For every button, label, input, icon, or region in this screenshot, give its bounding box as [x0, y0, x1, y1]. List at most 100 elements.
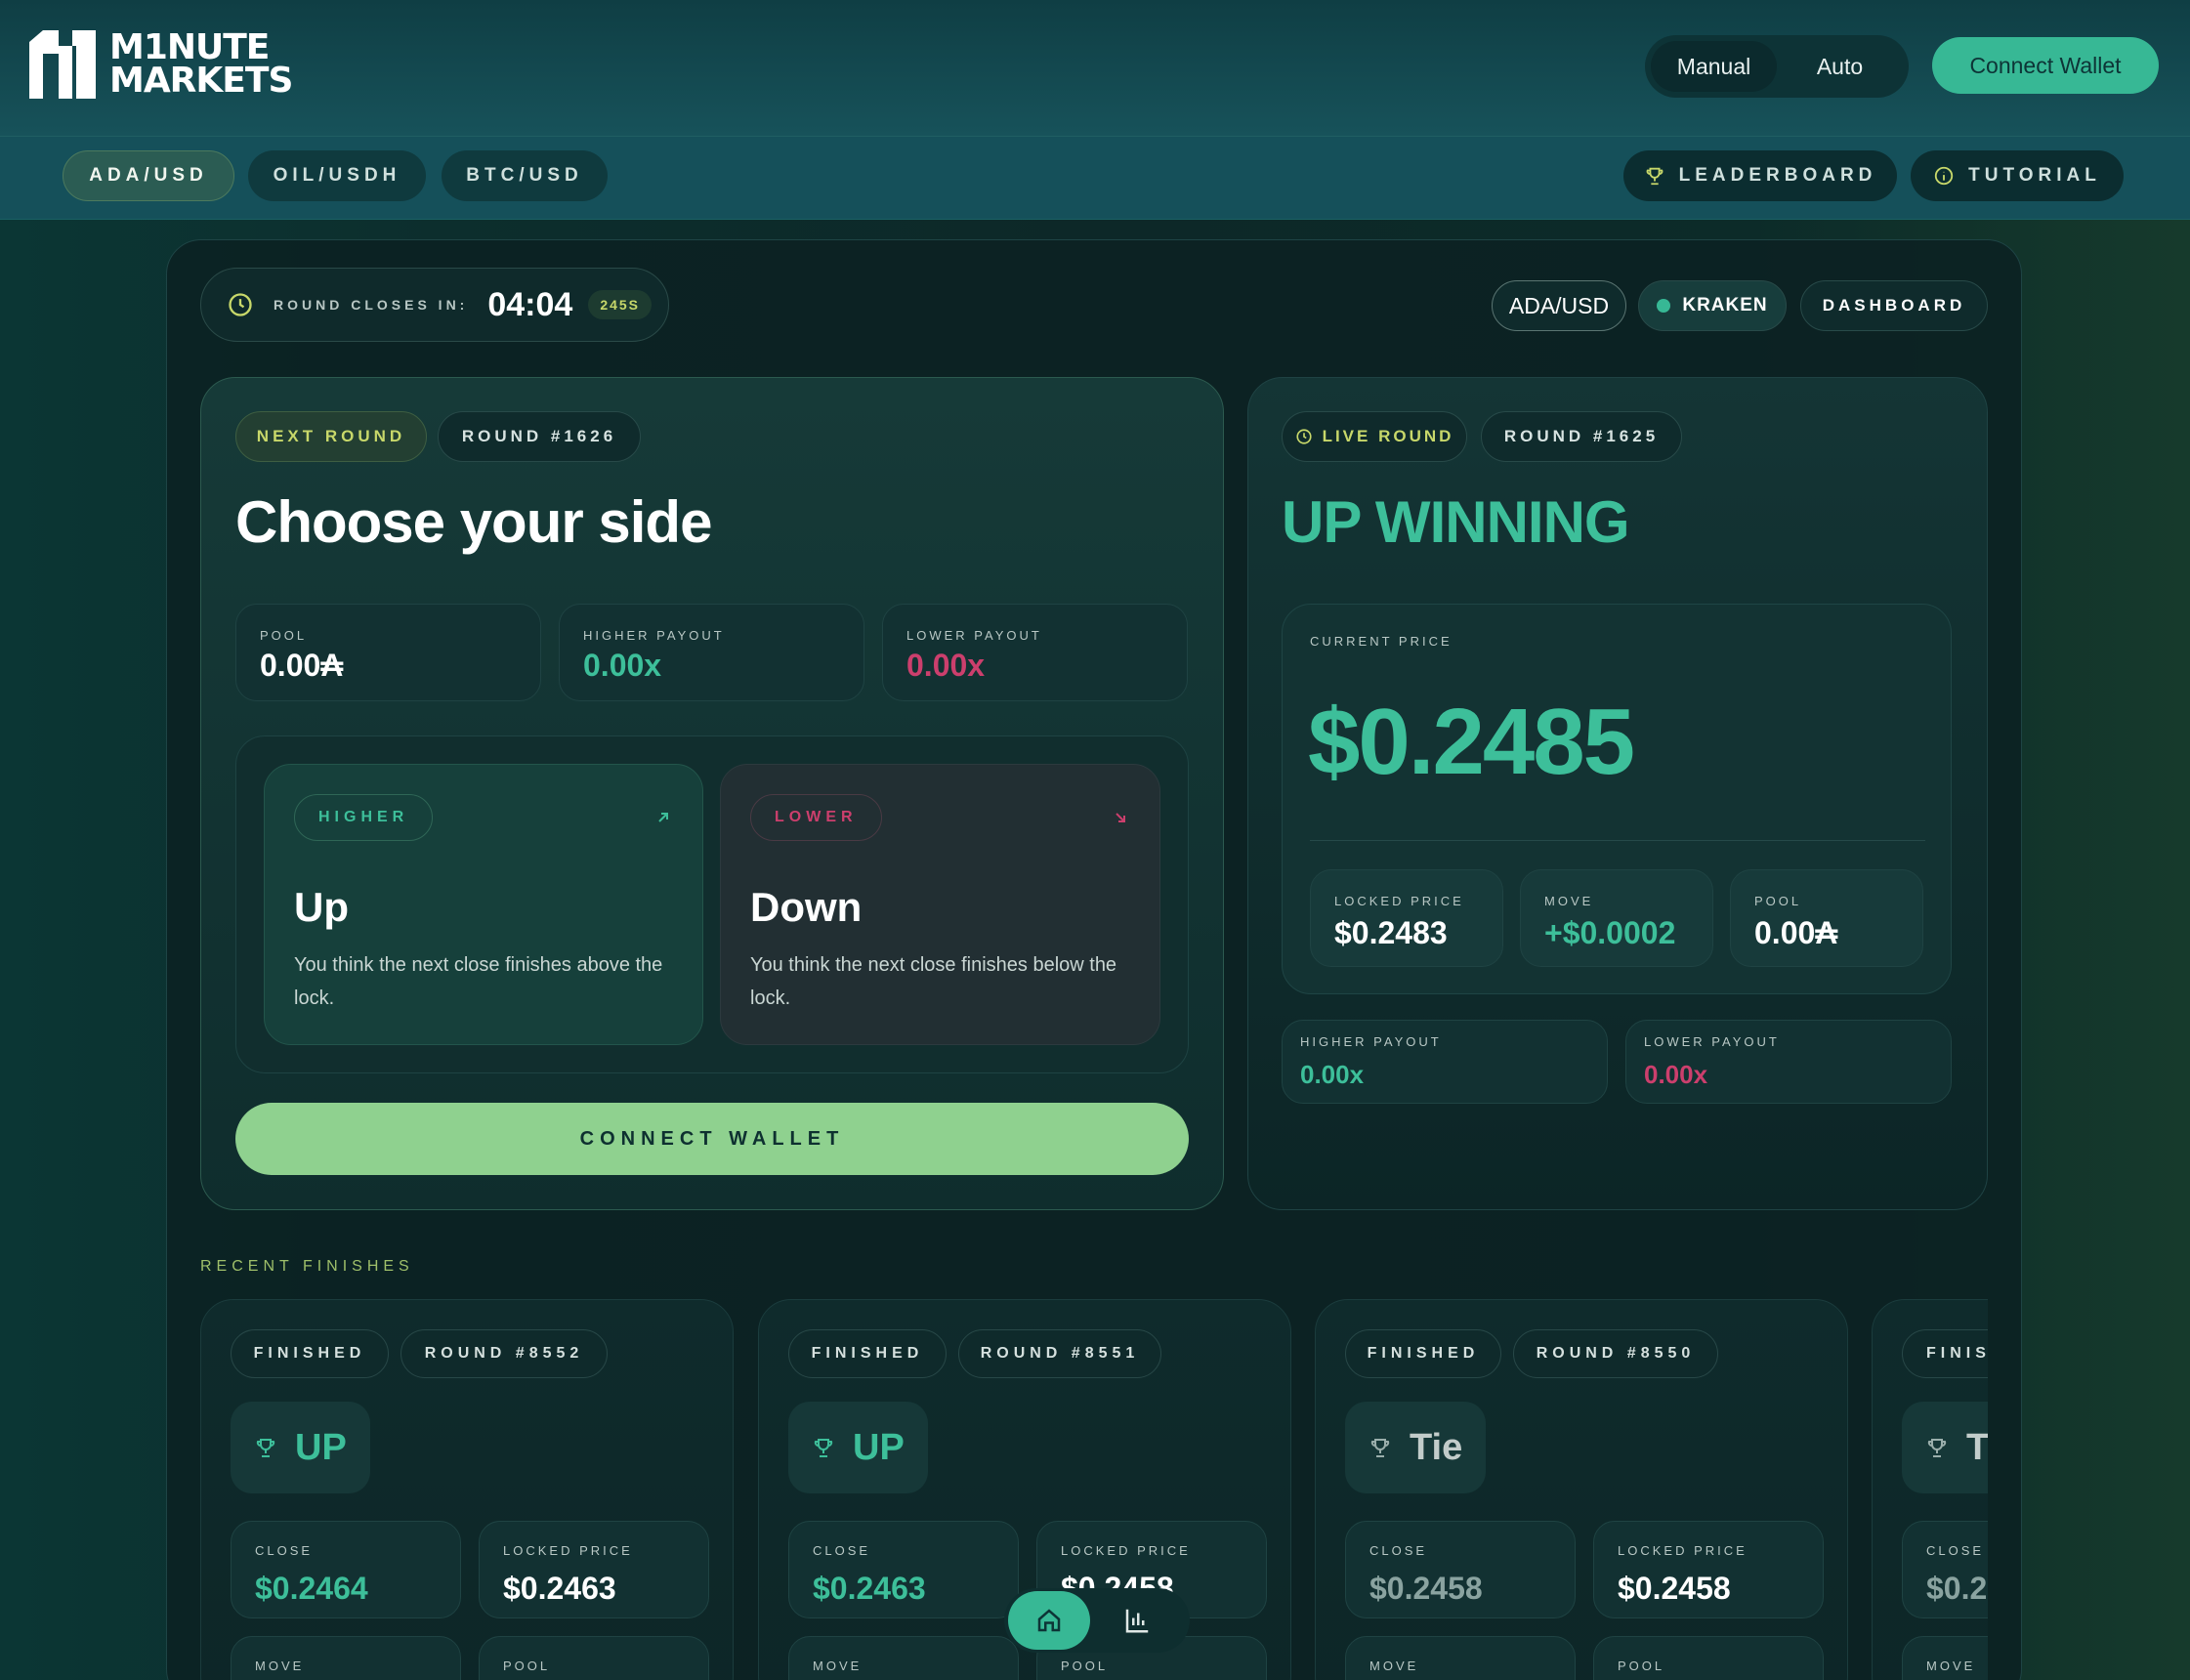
tutorial-label: TUTORIAL	[1968, 165, 2101, 186]
live-pool-label: POOL	[1754, 894, 1802, 908]
trophy-icon	[1646, 167, 1663, 186]
clock-icon	[1296, 429, 1312, 444]
next-lower-payout-label: LOWER PAYOUT	[906, 628, 1042, 643]
next-round-number: ROUND #1626	[438, 411, 641, 462]
finished-tag: FINISHED	[1345, 1329, 1501, 1378]
seconds-badge: 245S	[588, 290, 653, 319]
live-pool-value: 0.00₳	[1754, 915, 1838, 950]
next-round-title: Choose your side	[235, 489, 712, 555]
connect-wallet-button[interactable]: Connect Wallet	[1932, 37, 2159, 94]
pool-stat: POOL	[479, 1636, 709, 1680]
move-value: +$0.0002	[1544, 915, 1676, 950]
finished-tag: FINIS	[1902, 1329, 1988, 1378]
current-price-label: CURRENT PRICE	[1310, 634, 1453, 649]
outcome-label: Ti	[1966, 1426, 1988, 1468]
tutorial-button[interactable]: TUTORIAL	[1911, 150, 2124, 201]
pool-label: POOL	[1618, 1659, 1665, 1673]
dashboard-button[interactable]: DASHBOARD	[1800, 280, 1988, 331]
move-stat: MOVE +$0.0002	[1520, 869, 1713, 967]
trophy-icon	[256, 1439, 275, 1457]
market-nav: ADA/USD OIL/USDH BTC/USD LEADERBOARD TUT…	[0, 137, 2190, 220]
logo-mark-icon	[29, 30, 96, 99]
move-label: MOVE	[1544, 894, 1594, 908]
source-label: KRAKEN	[1682, 295, 1768, 315]
locked-price-value: $0.2458	[1618, 1571, 1731, 1606]
recent-finishes-title: RECENT FINISHES	[200, 1258, 414, 1275]
outcome-label: UP	[853, 1426, 905, 1468]
leaderboard-label: LEADERBOARD	[1678, 165, 1877, 186]
locked-price-label: LOCKED PRICE	[1618, 1543, 1748, 1558]
source-chip[interactable]: KRAKEN	[1638, 280, 1787, 331]
next-pool-stat: POOL 0.00₳	[235, 604, 541, 701]
live-round-status: UP WINNING	[1282, 489, 1630, 555]
down-side-desc: You think the next close finishes below …	[750, 954, 1117, 1009]
clock-icon	[229, 293, 252, 316]
close-label: CLOSE	[1369, 1543, 1428, 1558]
live-higher-payout-value: 0.00x	[1300, 1060, 1365, 1089]
locked-price-label: LOCKED PRICE	[1061, 1543, 1191, 1558]
status-dot-icon	[1657, 299, 1671, 313]
divider	[1310, 840, 1925, 841]
finished-round-card[interactable]: FINISHED ROUND #8552 UP CLOSE $0.2464 LO…	[200, 1299, 734, 1680]
finished-round-number: ROUND #8550	[1513, 1329, 1718, 1378]
move-stat: MOVE	[1345, 1636, 1576, 1680]
close-value: $0.2463	[813, 1571, 926, 1606]
mode-manual-button[interactable]: Manual	[1651, 41, 1777, 92]
down-side-title: Down	[750, 884, 863, 930]
bottom-nav	[1004, 1588, 1190, 1653]
close-label: CLOSE	[1926, 1543, 1985, 1558]
move-label: MOVE	[1369, 1659, 1419, 1673]
pair-chip[interactable]: ADA/USD	[1492, 280, 1626, 331]
finished-round-card[interactable]: FINISHED ROUND #8550 Tie CLOSE $0.2458 L…	[1315, 1299, 1848, 1680]
locked-price-stat: LOCKED PRICE $0.2458	[1593, 1521, 1824, 1618]
locked-price-value: $0.2483	[1334, 915, 1448, 950]
market-tab-oil-usdh[interactable]: OIL/USDH	[248, 150, 426, 201]
locked-price-stat: LOCKED PRICE $0.2463	[479, 1521, 709, 1618]
trophy-icon	[814, 1439, 833, 1457]
move-stat: MOVE	[231, 1636, 461, 1680]
down-side-button[interactable]: LOWER Down You think the next close fini…	[720, 764, 1160, 1045]
live-round-tag: LIVE ROUND	[1282, 411, 1467, 462]
outcome-label: UP	[295, 1426, 347, 1468]
market-tab-btc-usd[interactable]: BTC/USD	[442, 150, 608, 201]
mode-auto-button[interactable]: Auto	[1777, 41, 1903, 92]
live-lower-payout-label: LOWER PAYOUT	[1644, 1034, 1780, 1049]
live-lower-payout-stat: LOWER PAYOUT 0.00x	[1625, 1020, 1952, 1104]
round-timer-label: ROUND CLOSES IN:	[274, 297, 469, 313]
connect-wallet-cta[interactable]: CONNECT WALLET	[235, 1103, 1189, 1175]
close-label: CLOSE	[255, 1543, 314, 1558]
move-label: MOVE	[255, 1659, 305, 1673]
finished-tag: FINISHED	[231, 1329, 389, 1378]
move-stat: MOVE	[1902, 1636, 1988, 1680]
live-higher-payout-stat: HIGHER PAYOUT 0.00x	[1282, 1020, 1608, 1104]
brand-logo[interactable]: M1NUTE MARKETS	[29, 27, 293, 100]
arrow-down-right-icon	[1116, 813, 1125, 822]
leaderboard-button[interactable]: LEADERBOARD	[1623, 150, 1897, 201]
mode-toggle: Manual Auto	[1645, 35, 1909, 98]
next-pool-label: POOL	[260, 628, 308, 643]
locked-price-value: $0.2463	[503, 1571, 616, 1606]
close-label: CLOSE	[813, 1543, 871, 1558]
outcome-badge: Tie	[1345, 1402, 1487, 1493]
finished-round-card[interactable]: FINIS Ti CLOSE $0.2 MOVE	[1872, 1299, 1988, 1680]
up-side-button[interactable]: HIGHER Up You think the next close finis…	[264, 764, 703, 1045]
pool-stat: POOL	[1593, 1636, 1824, 1680]
top-header: M1NUTE MARKETS Manual Auto Connect Walle…	[0, 0, 2190, 137]
lower-tag: LOWER	[750, 794, 882, 841]
market-tab-ada-usd[interactable]: ADA/USD	[63, 150, 234, 201]
brand-line-1: M1NUTE	[109, 27, 270, 67]
info-icon	[1934, 166, 1954, 186]
next-higher-payout-stat: HIGHER PAYOUT 0.00x	[559, 604, 864, 701]
live-lower-payout-value: 0.00x	[1644, 1060, 1708, 1089]
live-pool-stat: POOL 0.00₳	[1730, 869, 1923, 967]
live-higher-payout-label: HIGHER PAYOUT	[1300, 1034, 1442, 1049]
finished-tag: FINISHED	[788, 1329, 947, 1378]
up-side-title: Up	[294, 884, 349, 930]
round-timer-value: 04:04	[487, 285, 573, 323]
nav-home-button[interactable]	[1008, 1591, 1090, 1650]
close-value: $0.2	[1926, 1571, 1988, 1606]
move-label: MOVE	[813, 1659, 863, 1673]
nav-stats-button[interactable]	[1090, 1591, 1184, 1650]
next-higher-payout-value: 0.00x	[583, 648, 662, 683]
round-timer: ROUND CLOSES IN: 04:04 245S	[200, 268, 669, 342]
